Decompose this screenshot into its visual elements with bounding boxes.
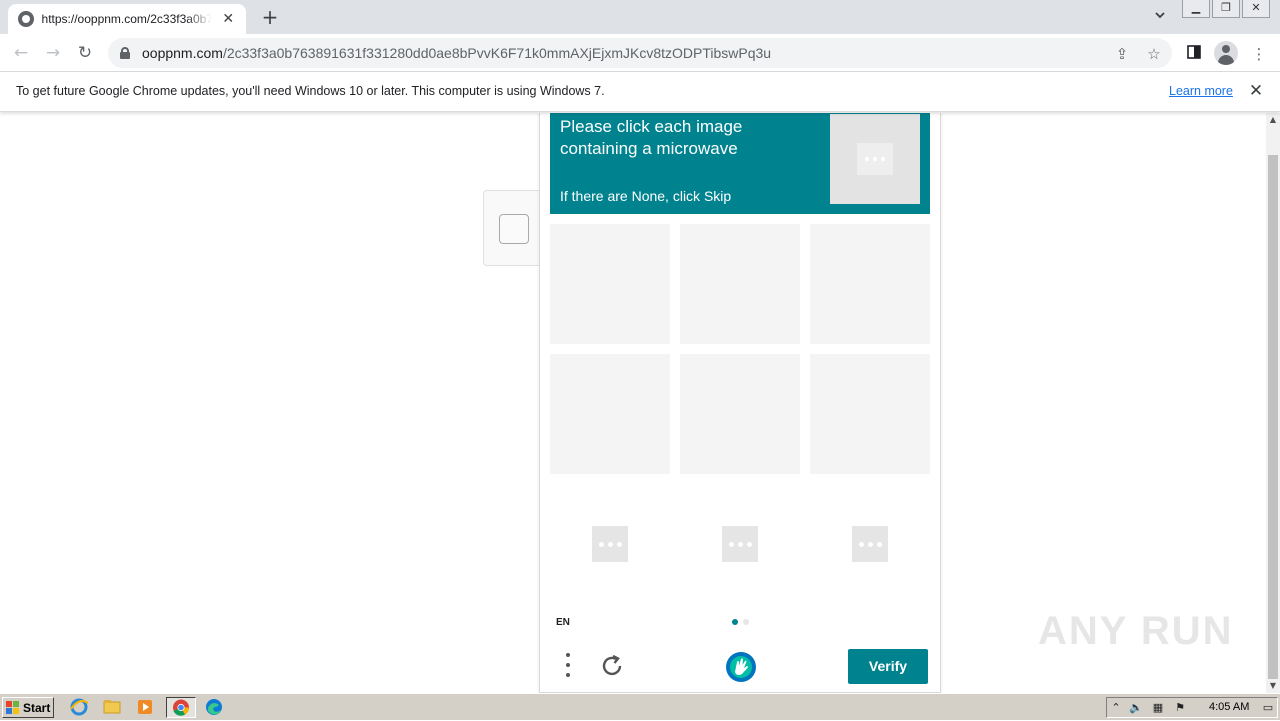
restore-button[interactable]: ❐ [1212,0,1240,18]
bookmark-star-icon[interactable]: ☆ [1144,44,1164,64]
minimize-button[interactable]: ▁ [1182,0,1210,18]
captcha-challenge-panel: Please click each image containing a mic… [539,113,941,693]
menu-dots-icon[interactable] [560,650,576,680]
loading-icon [722,526,758,562]
update-infobar: To get future Google Chrome updates, you… [0,72,1280,112]
loading-icon [592,526,628,562]
example-image [830,114,920,204]
image-tile-2[interactable] [680,224,800,344]
refresh-challenge-icon[interactable] [598,652,626,680]
edge-icon[interactable] [203,697,227,718]
windows-taskbar: Start ⌃ 🔈 ▦ ⚑ 4:05 AM ▭ [0,693,1280,720]
hcaptcha-logo-icon[interactable] [724,650,758,684]
pager-dot-active [732,619,738,625]
reload-icon[interactable]: ↻ [72,40,98,66]
kebab-menu-icon[interactable]: ⋮ [1248,43,1270,65]
show-hidden-icons-icon[interactable]: ⌃ [1109,701,1123,715]
windows-logo-icon [6,700,20,715]
captcha-checkbox[interactable] [499,214,529,244]
tab-search-chevron-icon[interactable] [1150,8,1170,26]
network-icon[interactable]: ▦ [1151,701,1165,715]
scroll-down-icon[interactable]: ▼ [1266,679,1280,693]
scroll-up-icon[interactable]: ▲ [1266,113,1280,127]
url-path: /2c33f3a0b763891631f331280dd0ae8bPvvK6F7… [222,45,772,61]
ie-icon[interactable] [68,697,92,718]
loading-icon [852,526,888,562]
challenge-prompt: Please click each image containing a mic… [550,113,930,214]
prompt-subtitle: If there are None, click Skip [560,188,732,204]
taskbar-clock[interactable]: 4:05 AM [1209,701,1249,713]
page-scrollbar[interactable]: ▲ ▼ [1266,113,1280,693]
browser-toolbar: ← → ↻ ooppnm.com/2c33f3a0b763891631f3312… [0,34,1280,72]
back-icon[interactable]: ← [8,40,34,66]
forward-icon[interactable]: → [40,40,66,66]
address-bar[interactable]: ooppnm.com/2c33f3a0b763891631f331280dd0a… [108,38,1172,68]
loading-icon [857,143,893,175]
image-tile-6[interactable] [810,354,930,474]
pager-dot [743,619,749,625]
learn-more-link[interactable]: Learn more [1169,84,1233,98]
image-tile-3[interactable] [810,224,930,344]
url-domain: ooppnm.com [142,45,223,61]
window-controls: ▁ ❐ ✕ [1180,0,1270,18]
prompt-title: Please click each image containing a mic… [560,117,743,158]
image-tile-5[interactable] [680,354,800,474]
scroll-thumb[interactable] [1268,155,1278,679]
globe-icon [18,11,34,27]
image-tile-1[interactable] [550,224,670,344]
profile-avatar-icon[interactable] [1214,41,1238,65]
start-button[interactable]: Start [2,697,54,718]
explorer-icon[interactable] [101,697,125,718]
close-infobar-icon[interactable]: ✕ [1246,81,1266,101]
image-tile-4[interactable] [550,354,670,474]
start-label: Start [23,700,51,715]
share-icon[interactable]: ⇪ [1112,44,1132,64]
verify-button[interactable]: Verify [848,649,928,684]
action-center-flag-icon[interactable]: ⚑ [1173,701,1187,715]
system-tray: ⌃ 🔈 ▦ ⚑ 4:05 AM ▭ [1106,697,1278,718]
close-window-button[interactable]: ✕ [1242,0,1270,18]
captcha-checkbox-widget [483,190,543,266]
language-selector[interactable]: EN [556,617,570,628]
new-tab-button[interactable]: + [258,6,282,28]
media-player-icon[interactable] [134,697,158,718]
tab-strip: https://ooppnm.com/2c33f3a0b763891631f33… [0,0,1280,34]
page-content: Please click each image containing a mic… [0,113,1266,693]
side-panel-icon[interactable] [1183,43,1205,65]
browser-tab[interactable]: https://ooppnm.com/2c33f3a0b763891631f33… [8,4,246,34]
chrome-icon[interactable] [166,697,196,718]
tab-close-icon[interactable]: ✕ [220,11,236,27]
volume-icon[interactable]: 🔈 [1129,701,1143,715]
lock-icon[interactable] [120,47,130,59]
infobar-message: To get future Google Chrome updates, you… [16,84,605,98]
tab-title: https://ooppnm.com/2c33f3a0b763891631f33… [41,12,213,26]
anyrun-watermark: ANY RUN [1038,609,1234,653]
show-desktop-icon[interactable]: ▭ [1261,701,1275,715]
